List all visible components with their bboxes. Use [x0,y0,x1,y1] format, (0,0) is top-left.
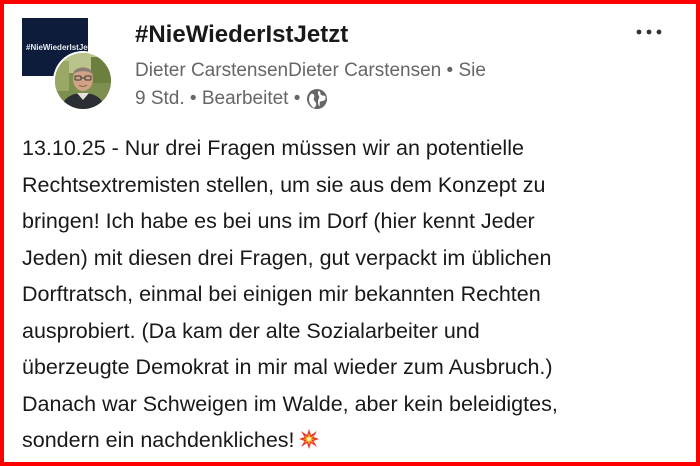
post-card: #NieWiederIstJetzt #NieWiederIstJetzt Di… [0,0,700,466]
post-body-line: Danach war Schweigen im Walde, aber kein… [22,391,558,416]
more-options-button[interactable] [632,20,666,44]
author-line[interactable]: Dieter CarstensenDieter Carstensen • Sie [135,60,486,82]
post-meta-text: 9 Std. • Bearbeitet • [135,88,301,109]
group-title[interactable]: #NieWiederIstJetzt [135,21,348,49]
author-photo [55,53,111,109]
post-body-line: überzeugte Demokrat in mir mal wieder zu… [22,355,553,379]
author-avatar[interactable] [53,51,113,111]
post-body-line: Rechtsextremisten stellen, um sie aus de… [22,172,546,197]
post-body: 13.10.25 - Nur drei Fragen müssen wir an… [22,130,692,459]
post-meta: 9 Std. • Bearbeitet • [135,87,328,111]
post-body-line: Dorftratsch, einmal bei einigen mir beka… [22,282,541,306]
post-body-line: bringen! Ich habe es bei uns im Dorf (hi… [22,209,535,233]
globe-icon [306,88,328,110]
post-body-line: 13.10.25 - Nur drei Fragen müssen wir an… [22,136,524,160]
more-options-icon [636,29,662,35]
post-body-line: Jeden) mit diesen drei Fragen, gut verpa… [22,245,552,270]
post-body-last-line: sondern ein nachdenkliches! [22,422,692,459]
collision-burst-icon [298,425,320,449]
post-body-line: ausprobiert. (Da kam der alte Sozialarbe… [22,318,480,343]
post-body-line: sondern ein nachdenkliches! [22,428,295,452]
